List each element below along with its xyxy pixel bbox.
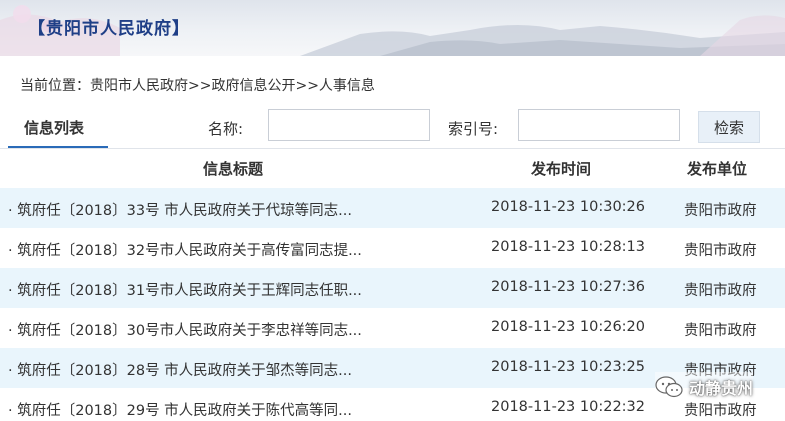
breadcrumb: 当前位置：贵阳市人民政府>>政府信息公开>>人事信息 [20,78,375,94]
row-unit: 贵阳市政府 [684,243,757,259]
header-unit: 发布单位 [687,160,748,178]
table-row[interactable]: · 筑府任〔2018〕31号市人民政府关于王辉同志任职... 2018-11-2… [0,268,785,308]
row-time: 2018-11-23 10:23:25 [491,359,645,375]
tab-info-list[interactable]: 信息列表 [8,108,108,148]
row-title-link[interactable]: · 筑府任〔2018〕33号 市人民政府关于代琼等同志... [8,199,352,220]
row-time: 2018-11-23 10:22:32 [491,399,645,415]
row-time: 2018-11-23 10:30:26 [491,199,645,215]
row-time: 2018-11-23 10:28:13 [491,239,645,255]
row-time: 2018-11-23 10:26:20 [491,319,645,335]
search-toolbar: 信息列表 名称: 索引号: 检索 [0,106,785,148]
table-row[interactable]: · 筑府任〔2018〕33号 市人民政府关于代琼等同志... 2018-11-2… [0,188,785,228]
row-unit: 贵阳市政府 [684,203,757,219]
header-banner: 【贵阳市人民政府】 [0,0,785,56]
watermark: 动静贵州 [655,372,754,402]
name-input[interactable] [268,109,430,141]
table-row[interactable]: · 筑府任〔2018〕32号市人民政府关于高传富同志提... 2018-11-2… [0,228,785,268]
wechat-icon [655,376,683,398]
row-unit: 贵阳市政府 [684,283,757,299]
row-title-link[interactable]: · 筑府任〔2018〕30号市人民政府关于李忠祥等同志... [8,319,362,340]
table-header: 信息标题 发布时间 发布单位 [0,148,785,186]
header-title: 信息标题 [203,160,264,178]
table-row[interactable]: · 筑府任〔2018〕30号市人民政府关于李忠祥等同志... 2018-11-2… [0,308,785,348]
row-title-link[interactable]: · 筑府任〔2018〕31号市人民政府关于王辉同志任职... [8,279,362,300]
row-unit: 贵阳市政府 [684,323,757,339]
row-unit: 贵阳市政府 [684,403,757,419]
page-title: 【贵阳市人民政府】 [28,19,190,39]
row-title-link[interactable]: · 筑府任〔2018〕28号 市人民政府关于邹杰等同志... [8,359,352,380]
row-title-link[interactable]: · 筑府任〔2018〕32号市人民政府关于高传富同志提... [8,239,362,260]
name-label: 名称: [208,120,244,138]
row-title-link[interactable]: · 筑府任〔2018〕29号 市人民政府关于陈代高等同... [8,399,352,420]
row-time: 2018-11-23 10:27:36 [491,279,645,295]
index-input[interactable] [518,109,680,141]
header-time: 发布时间 [531,160,592,178]
search-button[interactable]: 检索 [698,111,760,143]
watermark-text: 动静贵州 [689,379,754,398]
index-label: 索引号: [448,120,499,138]
